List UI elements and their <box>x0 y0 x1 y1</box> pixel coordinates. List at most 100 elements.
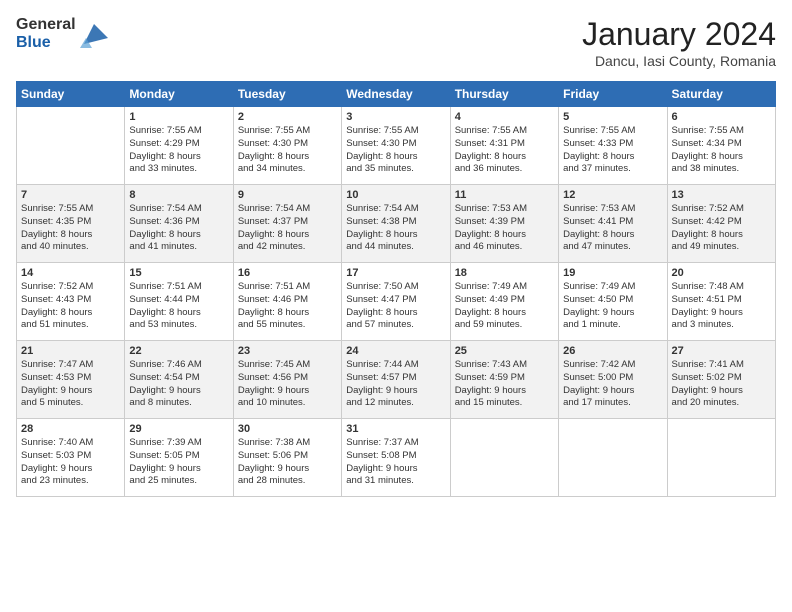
calendar-cell <box>667 419 775 497</box>
title-block: January 2024 Dancu, Iasi County, Romania <box>582 16 776 69</box>
day-number: 29 <box>129 423 228 435</box>
day-info: Sunrise: 7:54 AM Sunset: 4:37 PM Dayligh… <box>238 203 337 254</box>
day-info: Sunrise: 7:55 AM Sunset: 4:34 PM Dayligh… <box>672 125 771 176</box>
calendar-cell: 26 Sunrise: 7:42 AM Sunset: 5:00 PM Dayli… <box>559 341 667 419</box>
calendar-cell: 13 Sunrise: 7:52 AM Sunset: 4:42 PM Dayli… <box>667 185 775 263</box>
calendar-cell: 5Sunrise: 7:55 AM Sunset: 4:33 PM Daylig… <box>559 107 667 185</box>
header: General Blue January 2024 Dancu, Iasi Co… <box>16 16 776 69</box>
day-info: Sunrise: 7:38 AM Sunset: 5:06 PM Dayligh… <box>238 437 337 488</box>
day-number: 23 <box>238 345 337 357</box>
logo-wordmark: General Blue <box>16 16 76 52</box>
calendar-cell: 2 Sunrise: 7:55 AM Sunset: 4:30 PM Daylig… <box>233 107 341 185</box>
calendar-cell: 22 Sunrise: 7:46 AM Sunset: 4:54 PM Dayli… <box>125 341 233 419</box>
day-number: 4 <box>455 111 554 123</box>
day-info: Sunrise: 7:53 AM Sunset: 4:39 PM Dayligh… <box>455 203 554 254</box>
logo: General Blue <box>16 16 108 52</box>
calendar-cell <box>450 419 558 497</box>
day-info: Sunrise: 7:55 AM Sunset: 4:31 PM Dayligh… <box>455 125 554 176</box>
calendar-cell: 29 Sunrise: 7:39 AM Sunset: 5:05 PM Dayli… <box>125 419 233 497</box>
logo-blue: Blue <box>16 34 51 51</box>
day-info: Sunrise: 7:55 AM Sunset: 4:33 PM Dayligh… <box>563 125 662 176</box>
day-number: 3 <box>346 111 445 123</box>
calendar-cell <box>559 419 667 497</box>
calendar-cell: 11 Sunrise: 7:53 AM Sunset: 4:39 PM Dayli… <box>450 185 558 263</box>
calendar-cell: 24 Sunrise: 7:44 AM Sunset: 4:57 PM Dayli… <box>342 341 450 419</box>
day-number: 16 <box>238 267 337 279</box>
day-number: 18 <box>455 267 554 279</box>
day-info: Sunrise: 7:49 AM Sunset: 4:50 PM Dayligh… <box>563 281 662 332</box>
day-number: 17 <box>346 267 445 279</box>
day-number: 30 <box>238 423 337 435</box>
day-info: Sunrise: 7:45 AM Sunset: 4:56 PM Dayligh… <box>238 359 337 410</box>
day-info: Sunrise: 7:55 AM Sunset: 4:35 PM Dayligh… <box>21 203 120 254</box>
day-info: Sunrise: 7:44 AM Sunset: 4:57 PM Dayligh… <box>346 359 445 410</box>
day-info: Sunrise: 7:51 AM Sunset: 4:44 PM Dayligh… <box>129 281 228 332</box>
day-number: 2 <box>238 111 337 123</box>
calendar-week-4: 21Sunrise: 7:47 AM Sunset: 4:53 PM Dayli… <box>17 341 776 419</box>
day-info: Sunrise: 7:47 AM Sunset: 4:53 PM Dayligh… <box>21 359 120 410</box>
day-number: 7 <box>21 189 120 201</box>
day-number: 25 <box>455 345 554 357</box>
calendar-cell: 7 Sunrise: 7:55 AM Sunset: 4:35 PM Daylig… <box>17 185 125 263</box>
col-tuesday: Tuesday <box>233 82 341 107</box>
day-number: 24 <box>346 345 445 357</box>
day-info: Sunrise: 7:52 AM Sunset: 4:43 PM Dayligh… <box>21 281 120 332</box>
calendar-week-3: 14 Sunrise: 7:52 AM Sunset: 4:43 PM Dayli… <box>17 263 776 341</box>
location: Dancu, Iasi County, Romania <box>582 53 776 69</box>
day-info: Sunrise: 7:42 AM Sunset: 5:00 PM Dayligh… <box>563 359 662 410</box>
day-number: 13 <box>672 189 771 201</box>
calendar-cell: 18 Sunrise: 7:49 AM Sunset: 4:49 PM Dayli… <box>450 263 558 341</box>
calendar-cell: 25 Sunrise: 7:43 AM Sunset: 4:59 PM Dayli… <box>450 341 558 419</box>
day-number: 27 <box>672 345 771 357</box>
calendar-cell: 3 Sunrise: 7:55 AM Sunset: 4:30 PM Daylig… <box>342 107 450 185</box>
calendar-week-5: 28 Sunrise: 7:40 AM Sunset: 5:03 PM Dayli… <box>17 419 776 497</box>
day-number: 9 <box>238 189 337 201</box>
day-number: 28 <box>21 423 120 435</box>
day-info: Sunrise: 7:55 AM Sunset: 4:30 PM Dayligh… <box>238 125 337 176</box>
calendar-cell: 19Sunrise: 7:49 AM Sunset: 4:50 PM Dayli… <box>559 263 667 341</box>
calendar-cell: 23 Sunrise: 7:45 AM Sunset: 4:56 PM Dayli… <box>233 341 341 419</box>
day-info: Sunrise: 7:40 AM Sunset: 5:03 PM Dayligh… <box>21 437 120 488</box>
day-number: 12 <box>563 189 662 201</box>
day-number: 14 <box>21 267 120 279</box>
day-number: 26 <box>563 345 662 357</box>
calendar-cell: 1 Sunrise: 7:55 AM Sunset: 4:29 PM Daylig… <box>125 107 233 185</box>
day-number: 22 <box>129 345 228 357</box>
calendar-week-1: 1 Sunrise: 7:55 AM Sunset: 4:29 PM Daylig… <box>17 107 776 185</box>
calendar-cell: 16 Sunrise: 7:51 AM Sunset: 4:46 PM Dayli… <box>233 263 341 341</box>
calendar-cell: 15 Sunrise: 7:51 AM Sunset: 4:44 PM Dayli… <box>125 263 233 341</box>
day-number: 8 <box>129 189 228 201</box>
calendar-cell: 9 Sunrise: 7:54 AM Sunset: 4:37 PM Daylig… <box>233 185 341 263</box>
day-info: Sunrise: 7:51 AM Sunset: 4:46 PM Dayligh… <box>238 281 337 332</box>
calendar-cell: 6Sunrise: 7:55 AM Sunset: 4:34 PM Daylig… <box>667 107 775 185</box>
day-info: Sunrise: 7:55 AM Sunset: 4:29 PM Dayligh… <box>129 125 228 176</box>
calendar-cell: 12Sunrise: 7:53 AM Sunset: 4:41 PM Dayli… <box>559 185 667 263</box>
calendar-cell: 8 Sunrise: 7:54 AM Sunset: 4:36 PM Daylig… <box>125 185 233 263</box>
logo-icon <box>80 20 108 48</box>
logo-general: General <box>16 16 76 33</box>
day-number: 11 <box>455 189 554 201</box>
header-row: Sunday Monday Tuesday Wednesday Thursday… <box>17 82 776 107</box>
day-number: 15 <box>129 267 228 279</box>
day-info: Sunrise: 7:48 AM Sunset: 4:51 PM Dayligh… <box>672 281 771 332</box>
day-info: Sunrise: 7:54 AM Sunset: 4:36 PM Dayligh… <box>129 203 228 254</box>
calendar-week-2: 7 Sunrise: 7:55 AM Sunset: 4:35 PM Daylig… <box>17 185 776 263</box>
day-number: 1 <box>129 111 228 123</box>
calendar-cell: 31Sunrise: 7:37 AM Sunset: 5:08 PM Dayli… <box>342 419 450 497</box>
day-info: Sunrise: 7:43 AM Sunset: 4:59 PM Dayligh… <box>455 359 554 410</box>
col-sunday: Sunday <box>17 82 125 107</box>
col-monday: Monday <box>125 82 233 107</box>
col-saturday: Saturday <box>667 82 775 107</box>
calendar-cell: 20Sunrise: 7:48 AM Sunset: 4:51 PM Dayli… <box>667 263 775 341</box>
col-friday: Friday <box>559 82 667 107</box>
day-info: Sunrise: 7:52 AM Sunset: 4:42 PM Dayligh… <box>672 203 771 254</box>
col-wednesday: Wednesday <box>342 82 450 107</box>
day-info: Sunrise: 7:49 AM Sunset: 4:49 PM Dayligh… <box>455 281 554 332</box>
day-info: Sunrise: 7:41 AM Sunset: 5:02 PM Dayligh… <box>672 359 771 410</box>
day-number: 31 <box>346 423 445 435</box>
calendar-cell: 21Sunrise: 7:47 AM Sunset: 4:53 PM Dayli… <box>17 341 125 419</box>
day-info: Sunrise: 7:55 AM Sunset: 4:30 PM Dayligh… <box>346 125 445 176</box>
day-info: Sunrise: 7:46 AM Sunset: 4:54 PM Dayligh… <box>129 359 228 410</box>
calendar-cell: 28 Sunrise: 7:40 AM Sunset: 5:03 PM Dayli… <box>17 419 125 497</box>
day-info: Sunrise: 7:39 AM Sunset: 5:05 PM Dayligh… <box>129 437 228 488</box>
